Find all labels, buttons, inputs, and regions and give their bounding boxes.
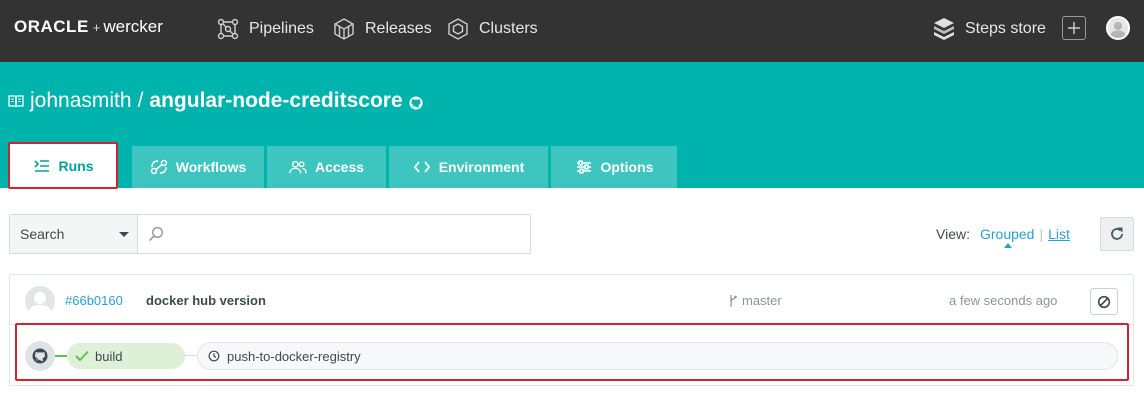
tab-runs-label: Runs — [58, 158, 94, 174]
view-label: View: — [936, 226, 970, 242]
search-type-select[interactable]: Search — [10, 215, 138, 253]
run-branch-name: master — [742, 293, 782, 308]
search-input[interactable] — [138, 215, 530, 253]
search-bar: Search — [9, 214, 531, 254]
nav-clusters[interactable]: Clusters — [446, 15, 538, 43]
branch-icon — [730, 294, 737, 307]
run-commit-hash[interactable]: #66b0160 — [65, 293, 123, 308]
pipeline-step-push-label: push-to-docker-registry — [227, 348, 361, 364]
tab-environment-label: Environment — [438, 159, 525, 175]
sliders-icon — [575, 158, 593, 176]
cancel-icon — [1097, 295, 1111, 308]
tab-options[interactable]: Options — [551, 146, 677, 188]
steps-store-icon — [932, 17, 956, 41]
nav-steps-store[interactable]: Steps store — [932, 15, 1046, 43]
run-branch: master — [728, 293, 782, 308]
run-header: #66b0160 docker hub version master a few… — [10, 275, 1133, 325]
nav-releases-label: Releases — [365, 20, 432, 37]
github-icon[interactable] — [409, 95, 423, 110]
run-commit-message: docker hub version — [146, 293, 266, 308]
view-grouped-link[interactable]: Grouped — [980, 226, 1034, 248]
github-icon — [32, 348, 48, 364]
repo-name[interactable]: angular-node-creditscore — [149, 89, 402, 113]
brand-logo[interactable]: ORACLE + wercker — [14, 17, 163, 39]
nav-pipelines-label: Pipelines — [249, 20, 314, 37]
check-icon — [75, 350, 89, 362]
pipeline-connector — [55, 355, 67, 357]
breadcrumb-separator: / — [137, 89, 144, 112]
tab-workflows[interactable]: Workflows — [132, 146, 264, 188]
releases-icon — [332, 17, 356, 41]
user-avatar[interactable] — [1106, 16, 1130, 40]
user-icon — [1108, 18, 1128, 38]
view-list-link[interactable]: List — [1048, 226, 1070, 242]
repo-owner-link[interactable]: johnasmith — [30, 89, 132, 113]
access-icon — [289, 158, 307, 176]
pipeline-connector — [185, 355, 197, 356]
pipeline-step-build[interactable]: build — [67, 343, 185, 369]
brand-plus: + — [92, 20, 101, 35]
pipelines-icon — [216, 17, 240, 41]
clusters-icon — [446, 17, 470, 41]
pipeline-step-push-to-docker-registry[interactable]: push-to-docker-registry — [197, 342, 1118, 370]
tab-access[interactable]: Access — [267, 146, 386, 188]
view-switcher: View: Grouped | List — [936, 226, 1070, 248]
refresh-button[interactable] — [1100, 217, 1134, 251]
tab-access-label: Access — [314, 159, 365, 175]
cancel-run-button[interactable] — [1090, 288, 1118, 315]
nav-releases[interactable]: Releases — [332, 15, 432, 43]
nav-clusters-label: Clusters — [479, 20, 538, 37]
code-icon — [413, 158, 431, 176]
plus-icon — [1068, 22, 1080, 34]
tab-environment[interactable]: Environment — [389, 146, 548, 188]
repo-breadcrumb: johnasmith / angular-node-creditscore — [8, 89, 423, 113]
top-navbar: ORACLE + wercker Pipelines Releases Clus… — [0, 0, 1144, 62]
search-icon — [148, 227, 163, 242]
committer-avatar — [25, 286, 55, 316]
add-button[interactable] — [1062, 16, 1086, 40]
brand-wercker: wercker — [103, 17, 163, 36]
view-separator: | — [1039, 226, 1044, 242]
tab-workflows-label: Workflows — [175, 159, 247, 175]
tab-runs[interactable]: Runs — [10, 144, 116, 188]
workflows-icon — [150, 158, 168, 176]
refresh-icon — [1111, 227, 1123, 240]
run-pipeline-chain: build push-to-docker-registry — [10, 325, 1133, 385]
caret-down-icon — [119, 232, 129, 237]
tab-options-label: Options — [600, 159, 654, 175]
book-icon — [8, 95, 24, 108]
nav-steps-store-label: Steps store — [965, 20, 1046, 37]
nav-pipelines[interactable]: Pipelines — [216, 15, 314, 43]
brand-oracle: ORACLE — [14, 17, 89, 36]
clock-icon — [208, 350, 220, 362]
run-card: #66b0160 docker hub version master a few… — [9, 274, 1134, 386]
pipeline-step-build-label: build — [95, 348, 123, 364]
user-icon — [25, 286, 55, 316]
git-source-node — [25, 341, 55, 371]
run-timestamp: a few seconds ago — [949, 293, 1058, 308]
runs-icon — [33, 157, 51, 175]
search-type-value: Search — [20, 226, 65, 242]
project-header: johnasmith / angular-node-creditscore Ru… — [0, 62, 1144, 188]
